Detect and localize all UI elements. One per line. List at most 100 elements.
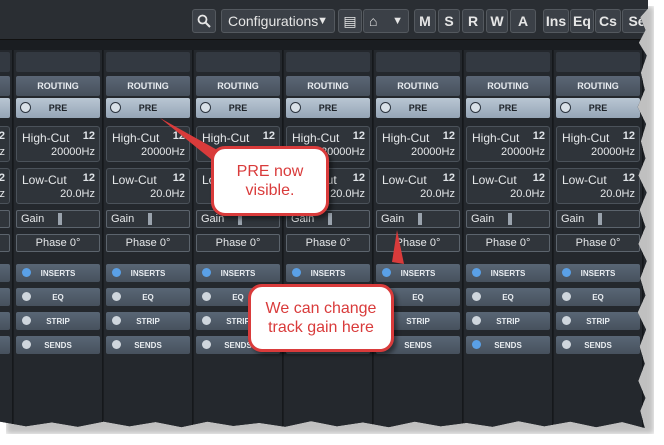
high-cut-filter[interactable]: High-Cut 12 20000Hz (0, 126, 10, 162)
low-cut-slope-badge[interactable]: 12 (0, 172, 5, 184)
gain-slider[interactable]: Gain (466, 210, 550, 228)
inserts-led-icon[interactable] (22, 268, 31, 277)
inserts-led-icon[interactable] (112, 268, 121, 277)
inserts-section[interactable]: INSERTS (0, 264, 10, 282)
high-cut-slope-badge[interactable]: 12 (173, 130, 185, 142)
inserts-led-icon[interactable] (562, 268, 571, 277)
sends-section[interactable]: SENDS (0, 336, 10, 354)
mixer-list-button[interactable]: ▤ (338, 9, 362, 33)
low-cut-slope-badge[interactable]: 12 (173, 172, 185, 184)
phase-button[interactable]: Phase 0° (106, 234, 190, 252)
eq-led-icon[interactable] (202, 292, 211, 301)
inserts-led-icon[interactable] (472, 268, 481, 277)
pre-bypass-icon[interactable] (470, 102, 481, 113)
solo-button[interactable]: S (438, 9, 460, 33)
write-button[interactable]: W (486, 9, 508, 33)
routing-section[interactable]: ROUTING (16, 76, 100, 96)
high-cut-slope-badge[interactable]: 12 (353, 130, 365, 142)
high-cut-slope-badge[interactable]: 12 (83, 130, 95, 142)
phase-button[interactable]: Phase 0° (556, 234, 640, 252)
gain-handle[interactable] (418, 213, 422, 225)
sends-section[interactable]: SENDS (106, 336, 190, 354)
low-cut-slope-badge[interactable]: 12 (533, 172, 545, 184)
pre-section[interactable]: PRE (106, 98, 190, 118)
high-cut-slope-badge[interactable]: 12 (263, 130, 275, 142)
eq-led-icon[interactable] (112, 292, 121, 301)
high-cut-filter[interactable]: High-Cut 12 20000Hz (106, 126, 190, 162)
high-cut-filter[interactable]: High-Cut 12 20000Hz (466, 126, 550, 162)
window-layout-dropdown[interactable]: ⌂ ▼ (363, 9, 409, 33)
inserts-section[interactable]: INSERTS (196, 264, 280, 282)
strip-section[interactable]: STRIP (556, 312, 640, 330)
automation-button[interactable]: A (510, 9, 536, 33)
high-cut-slope-badge[interactable]: 12 (533, 130, 545, 142)
gain-slider[interactable]: Gain (376, 210, 460, 228)
sends-led-icon[interactable] (202, 340, 211, 349)
routing-section[interactable]: ROUTING (376, 76, 460, 96)
high-cut-slope-badge[interactable]: 12 (443, 130, 455, 142)
strip-section[interactable]: STRIP (0, 312, 10, 330)
eq-section[interactable]: EQ (556, 288, 640, 306)
pre-section[interactable]: PRE (0, 98, 10, 118)
strip-led-icon[interactable] (112, 316, 121, 325)
strip-led-icon[interactable] (472, 316, 481, 325)
eq-led-icon[interactable] (562, 292, 571, 301)
pre-bypass-icon[interactable] (110, 102, 121, 113)
inserts-section[interactable]: INSERTS (16, 264, 100, 282)
pre-bypass-icon[interactable] (380, 102, 391, 113)
high-cut-filter[interactable]: High-Cut 12 20000Hz (376, 126, 460, 162)
phase-button[interactable]: Phase 0° (16, 234, 100, 252)
phase-button[interactable]: Phase 0° (286, 234, 370, 252)
pre-bypass-icon[interactable] (560, 102, 571, 113)
inserts-led-icon[interactable] (292, 268, 301, 277)
low-cut-slope-badge[interactable]: 12 (353, 172, 365, 184)
search-button[interactable] (192, 9, 216, 33)
strip-section[interactable]: STRIP (16, 312, 100, 330)
low-cut-filter[interactable]: Low-Cut 12 20.0Hz (16, 168, 100, 204)
read-button[interactable]: R (462, 9, 484, 33)
gain-slider[interactable]: Gain (16, 210, 100, 228)
pre-section[interactable]: PRE (466, 98, 550, 118)
routing-section[interactable]: ROUTING (106, 76, 190, 96)
eq-toggle[interactable]: Eq (570, 9, 594, 33)
eq-section[interactable]: EQ (0, 288, 10, 306)
phase-button[interactable]: Phase 0° (376, 234, 460, 252)
gain-slider[interactable]: Gain (106, 210, 190, 228)
inserts-section[interactable]: INSERTS (466, 264, 550, 282)
routing-section[interactable]: ROUTING (286, 76, 370, 96)
routing-section[interactable]: ROUTING (0, 76, 10, 96)
mute-button[interactable]: M (414, 9, 436, 33)
pre-section[interactable]: PRE (196, 98, 280, 118)
eq-section[interactable]: EQ (16, 288, 100, 306)
pre-section[interactable]: PRE (286, 98, 370, 118)
gain-slider[interactable]: Gain (556, 210, 640, 228)
gain-slider[interactable]: Gain (0, 210, 10, 228)
eq-section[interactable]: EQ (106, 288, 190, 306)
eq-led-icon[interactable] (22, 292, 31, 301)
inserts-section[interactable]: INSERTS (106, 264, 190, 282)
pre-bypass-icon[interactable] (290, 102, 301, 113)
strip-section[interactable]: STRIP (466, 312, 550, 330)
gain-handle[interactable] (148, 213, 152, 225)
low-cut-slope-badge[interactable]: 12 (443, 172, 455, 184)
high-cut-slope-badge[interactable]: 12 (0, 130, 5, 142)
strip-led-icon[interactable] (22, 316, 31, 325)
sends-section[interactable]: SENDS (556, 336, 640, 354)
inserts-led-icon[interactable] (202, 268, 211, 277)
routing-section[interactable]: ROUTING (556, 76, 640, 96)
pre-bypass-icon[interactable] (200, 102, 211, 113)
high-cut-filter[interactable]: High-Cut 12 20000Hz (556, 126, 640, 162)
high-cut-filter[interactable]: High-Cut 12 20000Hz (16, 126, 100, 162)
gain-handle[interactable] (598, 213, 602, 225)
high-cut-slope-badge[interactable]: 12 (623, 130, 635, 142)
low-cut-filter[interactable]: Low-Cut 12 20.0Hz (556, 168, 640, 204)
low-cut-slope-badge[interactable]: 12 (83, 172, 95, 184)
routing-section[interactable]: ROUTING (466, 76, 550, 96)
phase-button[interactable]: Phase 0° (0, 234, 10, 252)
eq-led-icon[interactable] (472, 292, 481, 301)
low-cut-slope-badge[interactable]: 12 (623, 172, 635, 184)
inserts-led-icon[interactable] (382, 268, 391, 277)
inserts-toggle[interactable]: Ins (543, 9, 569, 33)
gain-handle[interactable] (58, 213, 62, 225)
strip-section[interactable]: STRIP (106, 312, 190, 330)
